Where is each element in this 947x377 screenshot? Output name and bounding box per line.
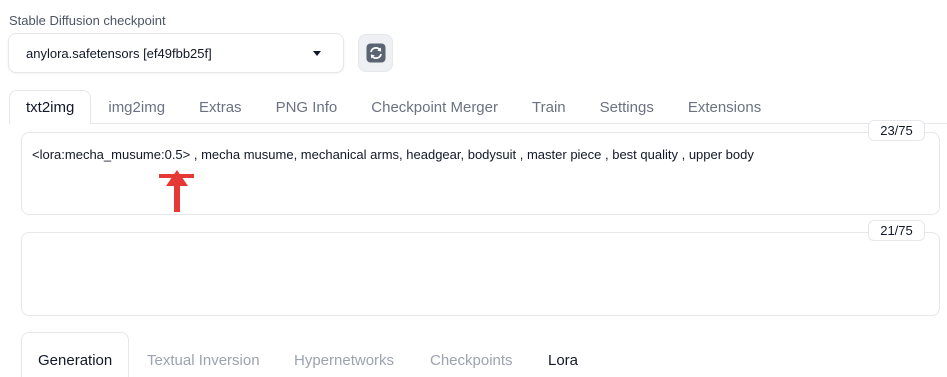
tab-train[interactable]: Train — [515, 90, 583, 124]
tab-extensions[interactable]: Extensions — [671, 90, 778, 124]
subtab-lora[interactable]: Lora — [548, 352, 578, 369]
chevron-down-icon — [313, 51, 321, 56]
negative-prompt-token-counter: 21/75 — [868, 220, 925, 241]
refresh-checkpoint-button[interactable] — [358, 34, 393, 72]
tabs-divider — [9, 123, 947, 124]
subtab-generation[interactable]: Generation — [38, 352, 112, 369]
tab-extras[interactable]: Extras — [182, 90, 259, 124]
prompt-text: <lora:mecha_musume:0.5> , mecha musume, … — [32, 147, 754, 162]
subtab-hypernetworks[interactable]: Hypernetworks — [294, 352, 394, 369]
subtab-checkpoints[interactable]: Checkpoints — [430, 352, 513, 369]
checkpoint-label: Stable Diffusion checkpoint — [9, 13, 166, 28]
main-tabs: txt2img img2img Extras PNG Info Checkpoi… — [9, 90, 778, 124]
tab-txt2img[interactable]: txt2img — [9, 90, 92, 124]
refresh-icon — [366, 43, 385, 63]
checkpoint-dropdown[interactable]: anylora.safetensors [ef49fbb25f] — [8, 33, 344, 73]
tab-checkpoint-merger[interactable]: Checkpoint Merger — [354, 90, 515, 124]
tab-png-info[interactable]: PNG Info — [259, 90, 355, 124]
tab-settings[interactable]: Settings — [583, 90, 671, 124]
negative-prompt-input[interactable] — [21, 232, 940, 316]
up-arrow-icon — [166, 170, 188, 212]
subtab-textual-inversion[interactable]: Textual Inversion — [147, 352, 260, 369]
tab-img2img[interactable]: img2img — [91, 90, 182, 124]
prompt-token-counter: 23/75 — [868, 120, 925, 141]
checkpoint-value: anylora.safetensors [ef49fbb25f] — [26, 46, 212, 61]
